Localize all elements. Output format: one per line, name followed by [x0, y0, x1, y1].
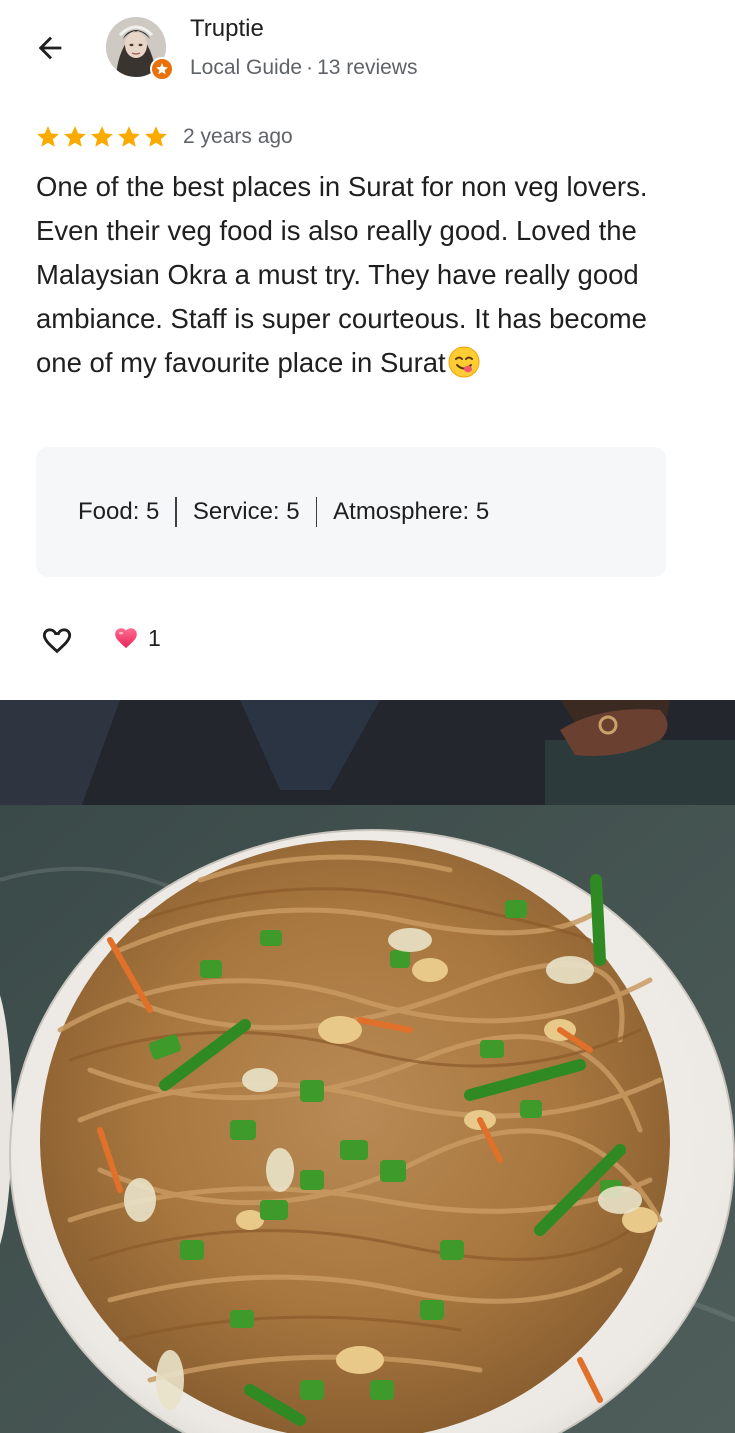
local-guide-badge-icon: [150, 57, 174, 81]
meta-separator: ·: [306, 56, 314, 79]
review-actions: 1: [36, 618, 161, 658]
review-text: One of the best places in Surat for non …: [36, 165, 696, 385]
pink-heart-icon: [115, 628, 137, 649]
atmosphere-value: 5: [475, 498, 490, 525]
service-label: Service:: [192, 498, 280, 525]
star-icon: [145, 126, 167, 147]
atmosphere-label: Atmosphere:: [333, 498, 470, 525]
service-value: 5: [286, 498, 300, 525]
noodles-photo-image: [0, 700, 735, 1433]
food-value: 5: [146, 498, 160, 525]
reaction-count: 1: [148, 624, 161, 651]
star-icon: [64, 126, 86, 147]
reactions-summary[interactable]: 1: [112, 625, 161, 652]
review-header: Truptie Local Guide · 13 reviews: [0, 0, 735, 110]
local-guide-label: Local Guide: [190, 56, 303, 79]
review-body: One of the best places in Surat for non …: [36, 171, 648, 378]
sub-ratings-card: Food: 5 Service: 5 Atmosphere: 5: [36, 447, 666, 577]
atmosphere-rating: Atmosphere: 5: [333, 498, 489, 526]
star-icon: [118, 126, 140, 147]
review-age: 2 years ago: [183, 125, 293, 148]
food-rating: Food: 5: [78, 498, 159, 526]
divider: [315, 497, 318, 527]
star-icon: [91, 126, 113, 147]
arrow-back-icon: [38, 36, 62, 60]
service-rating: Service: 5: [193, 498, 300, 526]
face-savoring-food-icon: [448, 346, 480, 378]
reviews-count: 13 reviews: [317, 56, 418, 79]
back-button[interactable]: [30, 28, 70, 68]
star-icon: [37, 126, 59, 147]
food-label: Food:: [78, 498, 140, 525]
star-rating: [35, 124, 169, 150]
reviewer-meta: Local Guide · 13 reviews: [190, 56, 417, 80]
review-photo[interactable]: [0, 700, 735, 1433]
reviewer-name[interactable]: Truptie: [190, 15, 264, 43]
like-button[interactable]: [36, 618, 78, 658]
rating-row: 2 years ago: [35, 122, 293, 152]
heart-outline-icon: [42, 628, 72, 654]
reviewer-avatar[interactable]: [106, 17, 174, 81]
divider: [175, 497, 177, 527]
